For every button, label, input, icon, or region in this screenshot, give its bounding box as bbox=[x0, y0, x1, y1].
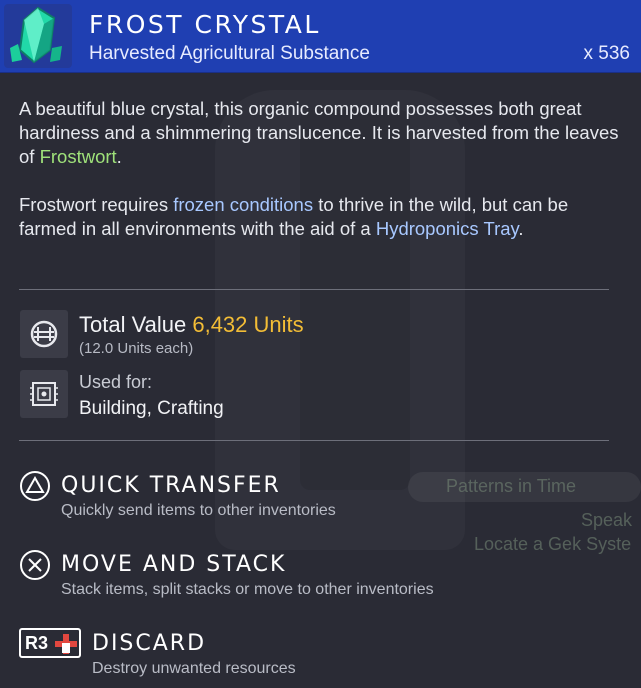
description-text: Frostwort requires bbox=[19, 194, 174, 215]
total-value-amount: 6,432 Units bbox=[192, 312, 304, 337]
action-description: Quickly send items to other inventories bbox=[61, 502, 336, 519]
item-description-secondary: Frostwort requires frozen conditions to … bbox=[19, 193, 619, 241]
background-quest-text: Speak bbox=[581, 510, 633, 530]
item-name: FROST CRYSTAL bbox=[89, 10, 321, 39]
item-description: A beautiful blue crystal, this organic c… bbox=[19, 97, 619, 169]
action-description: Destroy unwanted resources bbox=[92, 660, 296, 677]
action-description: Stack items, split stacks or move to oth… bbox=[61, 581, 434, 598]
r3-button-icon: R3 bbox=[19, 628, 81, 658]
total-value: Total Value 6,432 Units bbox=[79, 312, 304, 338]
frozen-conditions-link: frozen conditions bbox=[173, 194, 314, 215]
action-title: QUICK TRANSFER bbox=[61, 473, 281, 498]
red-cross-icon bbox=[55, 634, 77, 654]
r3-button-text: R3 bbox=[25, 633, 49, 653]
unit-value-each: (12.0 Units each) bbox=[79, 340, 194, 357]
background-quest-text: Patterns in Time bbox=[446, 476, 577, 496]
component-chip-icon bbox=[20, 370, 68, 418]
used-for-value: Building, Crafting bbox=[79, 398, 224, 419]
divider bbox=[19, 289, 609, 290]
frost-crystal-icon bbox=[4, 4, 72, 68]
description-text: . bbox=[116, 146, 122, 167]
action-title: MOVE AND STACK bbox=[61, 552, 287, 577]
frostwort-link: Frostwort bbox=[39, 146, 117, 167]
background-quest-text: Locate a Gek Syste bbox=[474, 534, 632, 554]
hydroponics-tray-link: Hydroponics Tray bbox=[375, 218, 519, 239]
units-currency-icon bbox=[20, 310, 68, 358]
item-header: FROST CRYSTAL Harvested Agricultural Sub… bbox=[0, 0, 641, 73]
used-for-label: Used for: bbox=[79, 372, 153, 392]
description-text: . bbox=[518, 218, 524, 239]
item-quantity: x 536 bbox=[583, 43, 630, 64]
item-category: Harvested Agricultural Substance bbox=[89, 43, 370, 64]
triangle-button-icon bbox=[20, 471, 50, 501]
action-title: DISCARD bbox=[92, 631, 207, 656]
divider bbox=[19, 440, 609, 441]
cross-button-icon bbox=[20, 550, 50, 580]
total-value-label: Total Value bbox=[79, 312, 187, 337]
